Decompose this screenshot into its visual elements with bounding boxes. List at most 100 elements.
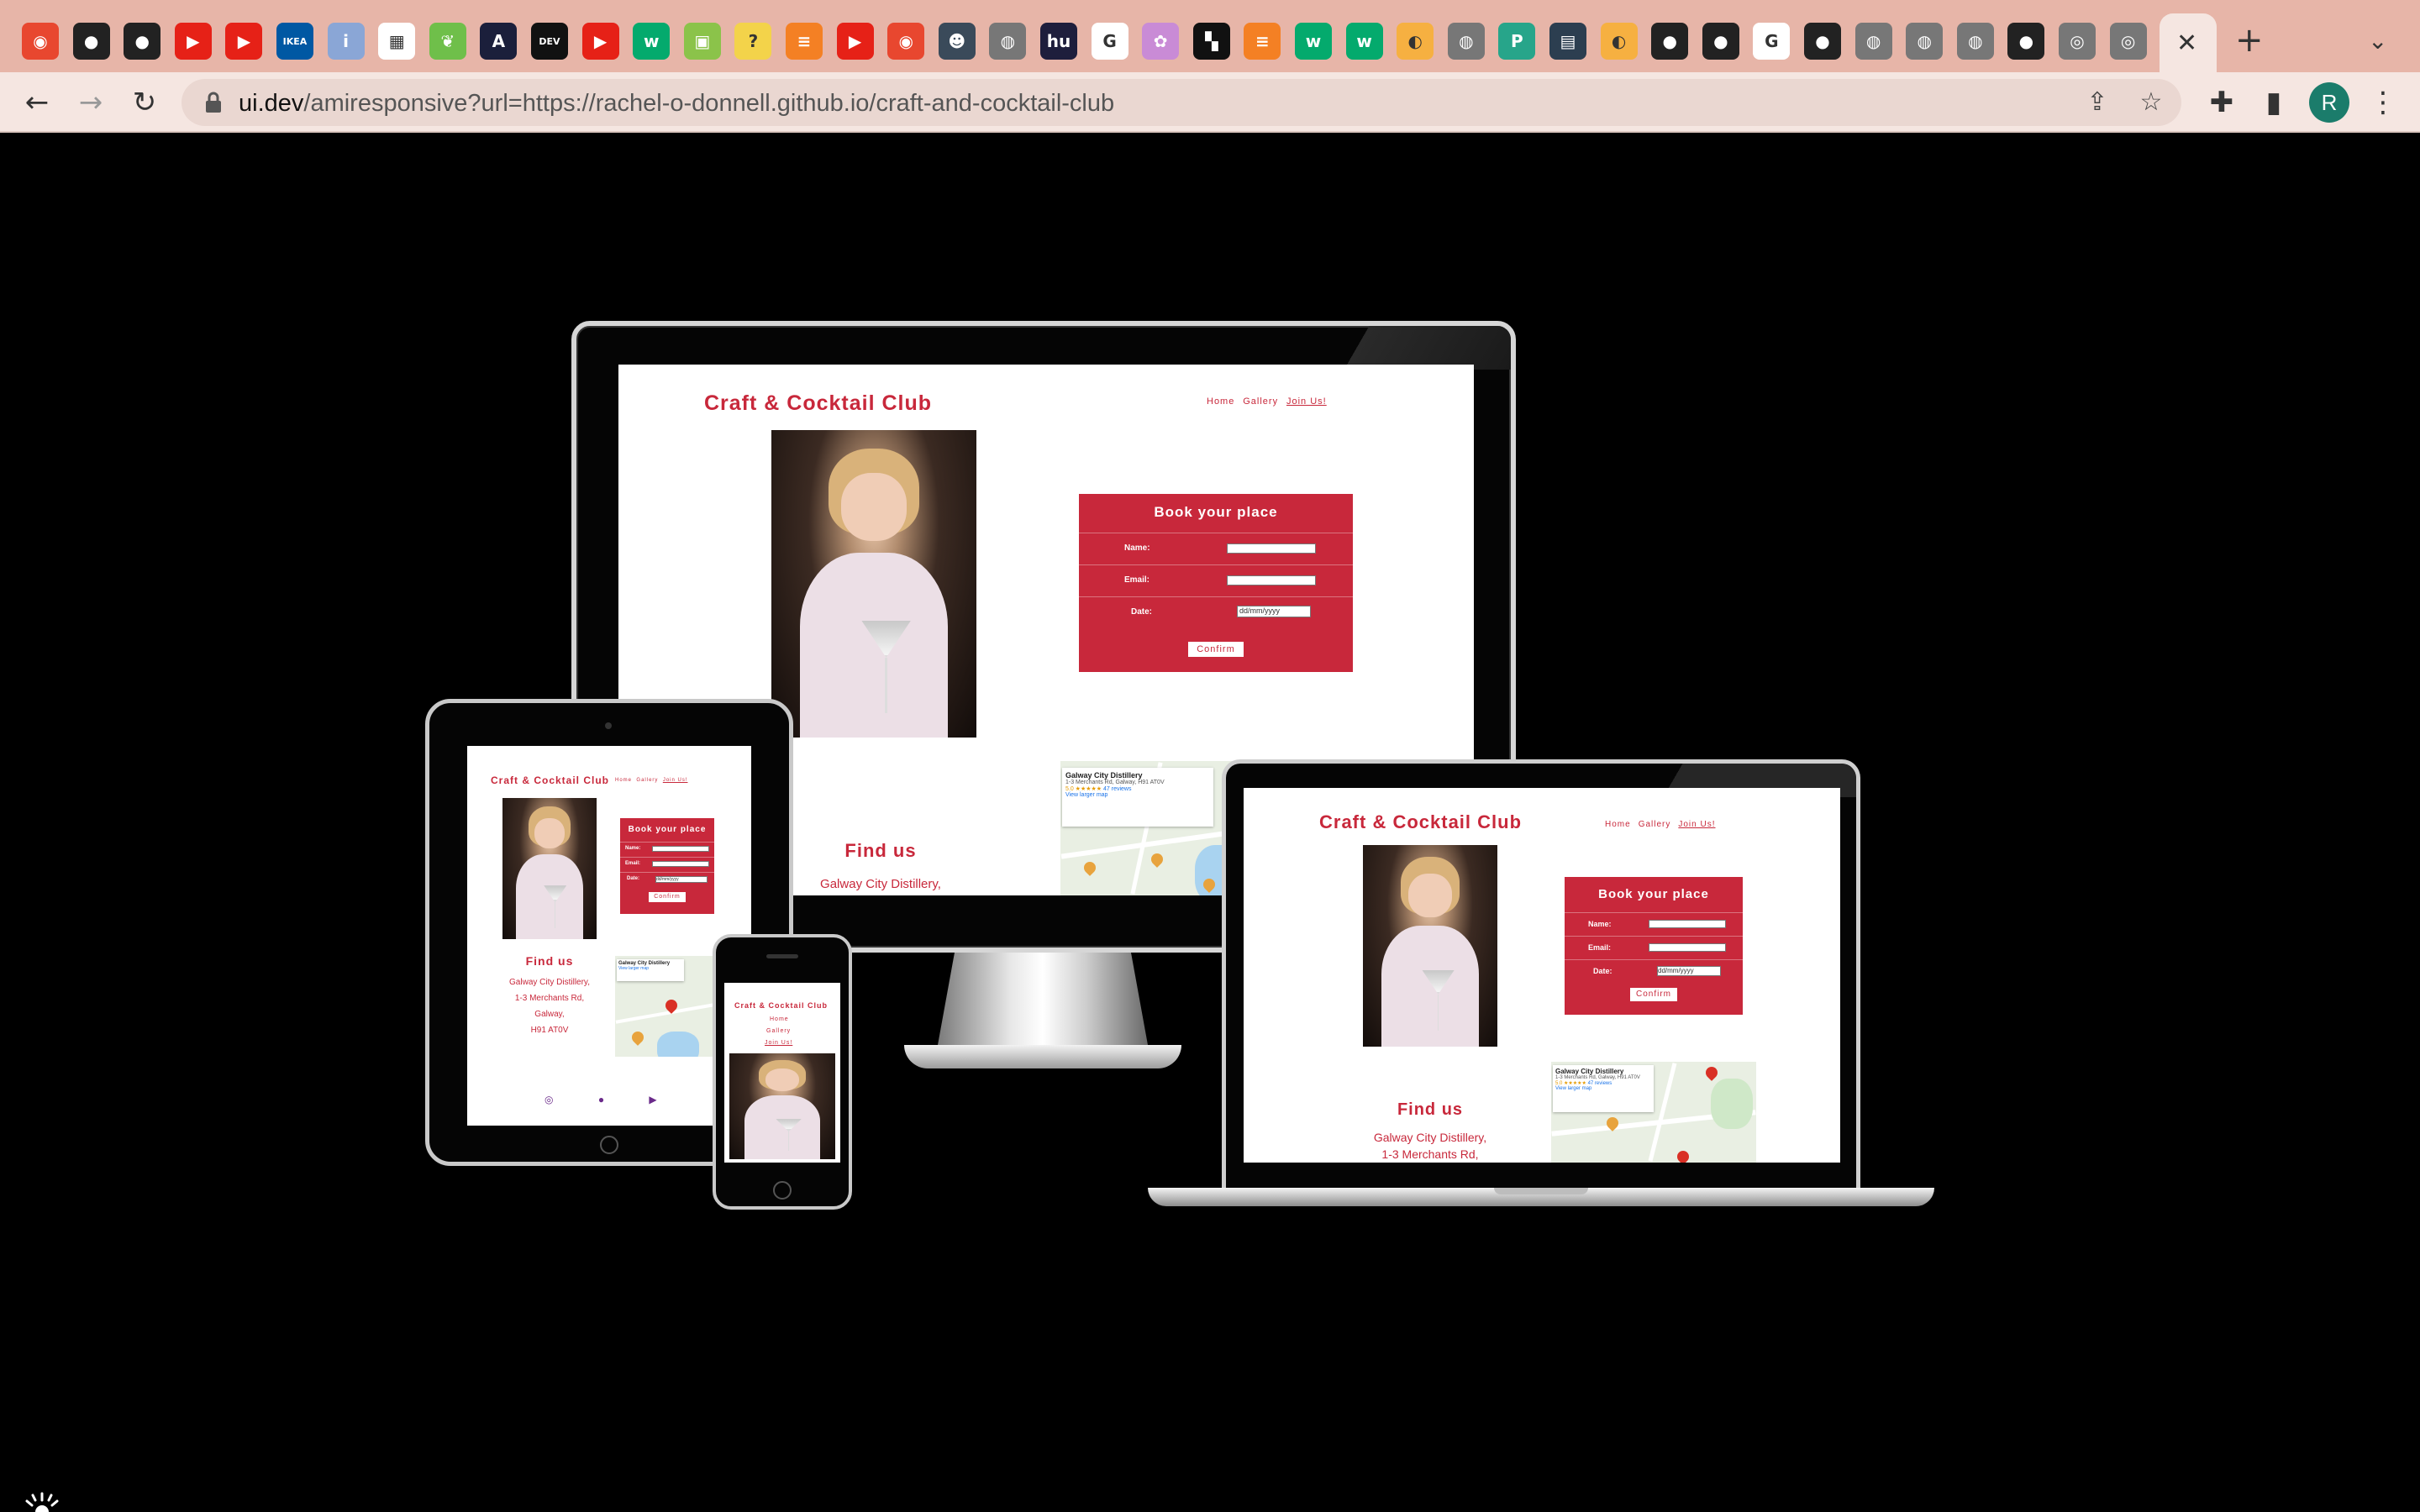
ikea-icon[interactable]: IKEA	[276, 23, 313, 60]
orange-loader-icon[interactable]: ◐	[1397, 23, 1434, 60]
nav-join[interactable]: Join Us!	[1286, 396, 1327, 407]
chrome-icon[interactable]: ◎	[2059, 23, 2096, 60]
stackoverflow-icon[interactable]: ≡	[786, 23, 823, 60]
date-field[interactable]: dd/mm/yyyy	[655, 876, 708, 883]
globe-icon[interactable]: ◍	[1854, 23, 1892, 60]
w3schools-icon[interactable]: w	[1295, 23, 1332, 60]
opera-icon[interactable]: ◉	[22, 23, 59, 60]
google-map-embed[interactable]: Galway City Distillery 1-3 Merchants Rd,…	[1551, 1062, 1756, 1163]
google-icon[interactable]: G	[1091, 23, 1128, 60]
github-icon[interactable]: ●	[1651, 23, 1689, 60]
site-title[interactable]: Craft & Cocktail Club	[491, 774, 609, 786]
phone-screen: Craft & Cocktail Club Home Gallery Join …	[724, 983, 840, 1163]
email-field[interactable]	[1649, 943, 1726, 952]
nav-gallery[interactable]: Gallery	[1243, 396, 1278, 407]
date-field[interactable]: dd/mm/yyyy	[1657, 966, 1721, 976]
side-panel-icon[interactable]: ▮	[2255, 84, 2292, 121]
address-bar[interactable]: ui.dev/amiresponsive?url=https://rachel-…	[182, 79, 2181, 126]
youtube-icon[interactable]: ▶	[225, 23, 263, 60]
a11y-icon[interactable]: A	[480, 23, 518, 60]
nav-home[interactable]: Home	[615, 778, 632, 783]
nav-gallery[interactable]: Gallery	[766, 1028, 791, 1034]
github-icon[interactable]: ●	[72, 23, 110, 60]
booking-form: Book your place Name: Email: Date: dd/mm…	[1079, 494, 1353, 672]
nav-home[interactable]: Home	[770, 1016, 789, 1022]
google-icon[interactable]: G	[1753, 23, 1791, 60]
nav-join[interactable]: Join Us!	[663, 778, 688, 783]
reload-button[interactable]: ↻	[126, 84, 163, 121]
confirm-button[interactable]: Confirm	[1630, 988, 1677, 1001]
site-title[interactable]: Craft & Cocktail Club	[734, 1001, 828, 1010]
name-field[interactable]	[1649, 920, 1726, 928]
date-field[interactable]: dd/mm/yyyy	[1237, 606, 1311, 617]
leaf-icon[interactable]: ❦	[429, 23, 466, 60]
share-icon[interactable]: ⇪	[2084, 89, 2111, 116]
opera-icon[interactable]: ◉	[887, 23, 925, 60]
profile-photo-icon[interactable]: ☻	[938, 23, 976, 60]
github-icon[interactable]: ●	[124, 23, 161, 60]
site-title[interactable]: Craft & Cocktail Club	[704, 391, 932, 416]
tablet-home-button	[600, 1136, 618, 1154]
close-tab-icon[interactable]: ✕	[2176, 29, 2197, 58]
question-icon[interactable]: ?	[734, 23, 772, 60]
orange-loader-icon[interactable]: ◐	[1600, 23, 1638, 60]
back-button[interactable]: ←	[18, 84, 55, 121]
address-line-1: Galway City Distillery,	[820, 877, 941, 891]
map-larger-link[interactable]: View larger map	[618, 966, 682, 971]
nav-home[interactable]: Home	[1207, 396, 1234, 407]
w3schools-icon[interactable]: w	[633, 23, 671, 60]
nav-gallery[interactable]: Gallery	[636, 778, 658, 783]
nav-join[interactable]: Join Us!	[1678, 820, 1715, 829]
lock-icon[interactable]	[200, 89, 227, 116]
confirm-button[interactable]: Confirm	[649, 892, 686, 902]
youtube-icon[interactable]: ▶	[836, 23, 874, 60]
map-larger-link[interactable]: View larger map	[1555, 1086, 1651, 1091]
email-field[interactable]	[1227, 575, 1316, 585]
info-icon[interactable]: i	[327, 23, 365, 60]
find-us-heading: Find us	[1397, 1100, 1464, 1119]
name-field[interactable]	[652, 846, 709, 852]
date-label: Date:	[627, 876, 640, 881]
confirm-button[interactable]: Confirm	[1188, 642, 1244, 657]
site-title[interactable]: Craft & Cocktail Club	[1319, 811, 1522, 833]
dashboard-icon[interactable]: ▤	[1549, 23, 1586, 60]
hu-icon[interactable]: hu	[1040, 23, 1077, 60]
w3schools-icon[interactable]: w	[1345, 23, 1383, 60]
instagram-icon[interactable]: ◎	[544, 1094, 553, 1105]
facebook-icon[interactable]: ●	[598, 1094, 604, 1105]
name-field[interactable]	[1227, 543, 1316, 554]
dev-icon[interactable]: DEV	[531, 23, 568, 60]
github-icon[interactable]: ●	[2007, 23, 2045, 60]
android-icon[interactable]: ▣	[683, 23, 721, 60]
youtube-icon[interactable]: ▶	[174, 23, 212, 60]
figma-like-icon[interactable]: ▚	[1192, 23, 1230, 60]
page-thumb-icon[interactable]: ▦	[378, 23, 416, 60]
color-wheel-icon[interactable]: ✿	[1142, 23, 1180, 60]
url-text[interactable]: ui.dev/amiresponsive?url=https://rachel-…	[239, 90, 1114, 118]
map-reviews[interactable]: 47 reviews	[1103, 786, 1131, 792]
nav-gallery[interactable]: Gallery	[1639, 820, 1671, 829]
new-tab-button[interactable]: +	[2235, 22, 2264, 59]
tab-search-chevron-icon[interactable]: ⌄	[2368, 27, 2387, 55]
email-field[interactable]	[652, 861, 709, 867]
stackoverflow-icon[interactable]: ≡	[1244, 23, 1281, 60]
github-icon[interactable]: ●	[1804, 23, 1841, 60]
chrome-icon[interactable]: ◎	[2109, 23, 2147, 60]
forward-button[interactable]: →	[72, 84, 109, 121]
youtube-icon[interactable]: ▶	[581, 23, 619, 60]
globe-icon[interactable]: ◍	[1447, 23, 1485, 60]
nav-join[interactable]: Join Us!	[765, 1040, 792, 1046]
profile-avatar[interactable]: R	[2309, 82, 2349, 123]
p-icon[interactable]: P	[1498, 23, 1536, 60]
extensions-icon[interactable]: ✚	[2203, 84, 2240, 121]
globe-icon[interactable]: ◍	[1906, 23, 1944, 60]
nav-home[interactable]: Home	[1605, 820, 1631, 829]
youtube-icon[interactable]: ▶	[649, 1094, 656, 1105]
github-icon[interactable]: ●	[1702, 23, 1739, 60]
bookmark-star-icon[interactable]: ☆	[2138, 89, 2165, 116]
active-tab[interactable]: ✕	[2160, 13, 2217, 72]
globe-icon[interactable]: ◍	[1956, 23, 1994, 60]
globe-icon[interactable]: ◍	[989, 23, 1027, 60]
google-map-embed[interactable]: Galway City Distillery View larger map	[615, 956, 719, 1057]
browser-menu-icon[interactable]: ⋮	[2365, 84, 2402, 121]
